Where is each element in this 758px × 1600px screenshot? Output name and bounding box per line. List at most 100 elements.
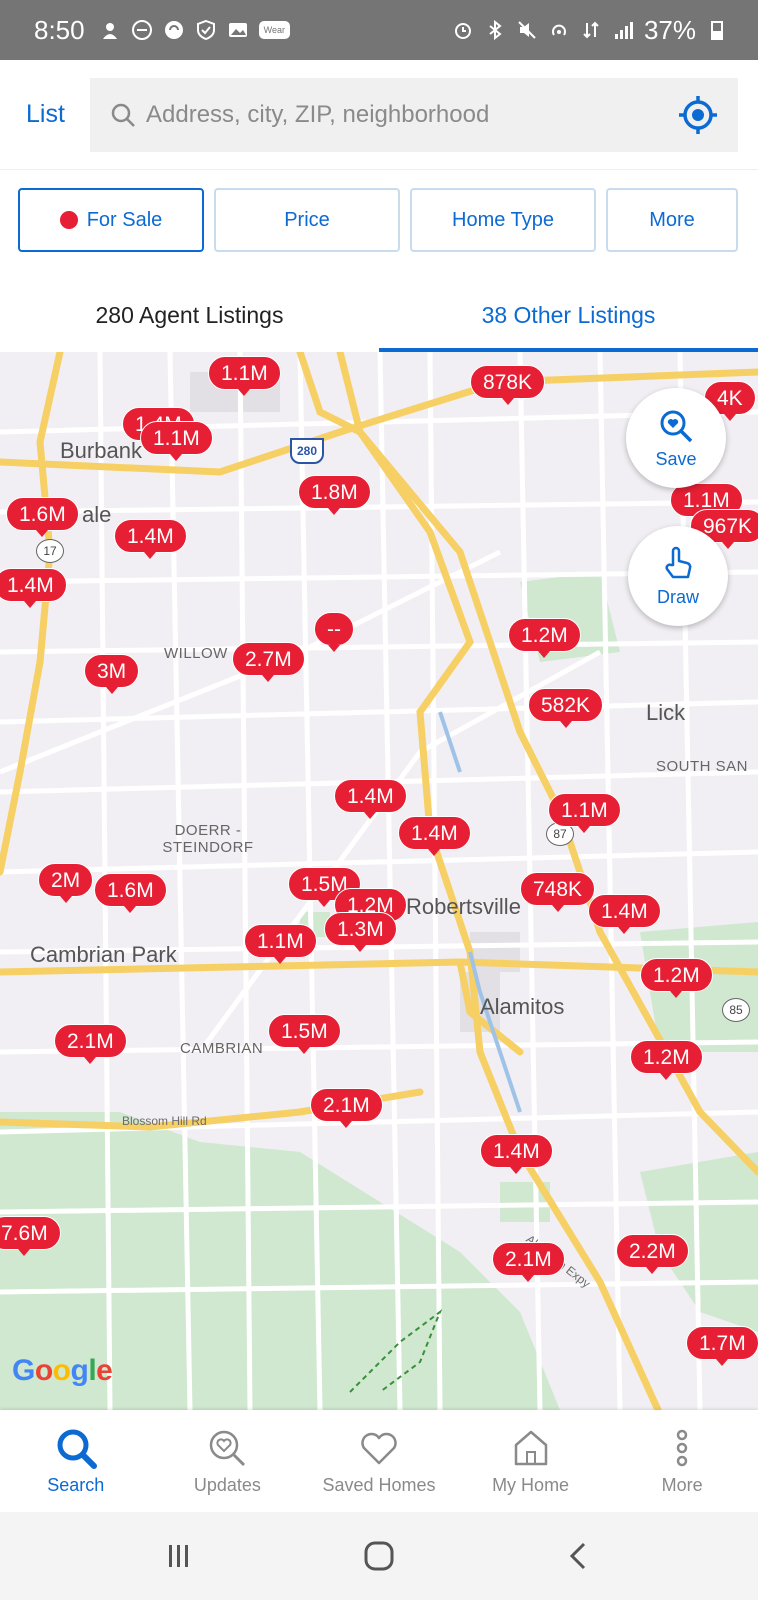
place-label-doerr-steindorf: DOERR - STEINDORF [162,822,254,856]
alarm-icon [454,23,471,39]
status-left-icons: Wear [99,19,290,41]
price-pin[interactable]: 878K [470,365,546,405]
wear-badge: Wear [258,21,290,39]
nav-search[interactable]: Search [0,1410,152,1512]
filter-bar: For Sale Price Home Type More [18,188,740,252]
status-right: 37% [452,15,728,46]
price-pin[interactable]: 1.2M [640,958,713,998]
my-location-icon[interactable] [676,93,720,137]
price-pin[interactable]: 2.1M [492,1242,565,1282]
price-pin[interactable]: 1.2M [508,618,581,658]
google-logo: Google [12,1354,113,1387]
house-icon [514,1430,547,1465]
place-label-robertsville: Robertsville [406,894,521,919]
header: List Address, city, ZIP, neighborhood [0,60,758,170]
search-icon [111,103,135,127]
price-pin[interactable]: 2.1M [310,1088,383,1128]
android-nav-bar [0,1512,758,1600]
filter-label: Price [284,208,330,231]
more-icon [676,1429,688,1466]
price-pin[interactable]: 1.2M [630,1040,703,1080]
place-label-burbank: Burbank [60,438,142,463]
recent-apps-icon[interactable] [164,1541,194,1571]
price-pin[interactable]: 1.4M [334,779,407,819]
dnd-icon [131,20,152,40]
search-input[interactable]: Address, city, ZIP, neighborhood [90,78,738,152]
price-pin[interactable]: 1.6M [6,497,79,537]
place-label-alamitos: Alamitos [480,994,565,1019]
place-label-south-san: SOUTH SAN [656,758,749,775]
filter-for-sale[interactable]: For Sale [18,188,204,252]
sync-icon [164,21,183,39]
shield-check-icon [196,19,215,41]
place-label-lick: Lick [646,700,686,725]
price-pin[interactable]: 1.1M [244,924,317,964]
price-pin[interactable]: 1.1M [140,421,213,461]
route-17-shield: 17 [36,539,64,563]
status-time: 8:50 [34,14,85,45]
signal-icon [614,22,633,39]
search-placeholder: Address, city, ZIP, neighborhood [146,101,490,128]
price-pin[interactable]: 7.6M [0,1216,61,1256]
status-bar: 8:50 Wear 37% [0,0,758,60]
nav-saved-homes[interactable]: Saved Homes [303,1410,455,1512]
road-label-blossom-hill: Blossom Hill Rd [122,1114,207,1128]
draw-label: Draw [656,586,699,607]
price-pin[interactable]: 2.2M [616,1234,689,1274]
back-icon[interactable] [564,1541,594,1571]
draw-hand-icon [665,546,692,578]
price-pin[interactable]: 3M [84,654,140,694]
nav-label: Search [47,1474,105,1495]
filter-home-type[interactable]: Home Type [410,188,596,252]
nav-label: Updates [193,1474,261,1495]
hotspot-icon [551,24,566,36]
image-icon [228,23,247,37]
price-pin[interactable]: 1.8M [298,475,371,515]
tab-agent-listings[interactable]: 280 Agent Listings [0,278,379,352]
price-pin[interactable]: 1.6M [94,873,167,913]
battery-icon [711,21,723,40]
draw-button[interactable]: Draw [628,526,728,626]
filter-price[interactable]: Price [214,188,400,252]
price-pin[interactable]: 1.4M [480,1134,553,1174]
place-label-cambrian: CAMBRIAN [180,1040,264,1057]
heart-icon [361,1432,397,1464]
nav-updates[interactable]: Updates [152,1410,304,1512]
filter-more[interactable]: More [606,188,738,252]
nav-label: My Home [492,1474,570,1495]
nav-more[interactable]: More [606,1410,758,1512]
battery-percent: 37% [643,14,696,45]
filter-label: Home Type [452,208,554,231]
notification-icon [102,23,117,39]
bottom-nav: Search Updates Saved Homes My Home More [0,1410,758,1512]
route-85-shield: 85 [722,998,750,1022]
price-pin[interactable]: -- [314,612,354,652]
place-label-cambrian-park: Cambrian Park [30,942,177,967]
tab-other-listings[interactable]: 38 Other Listings [379,278,758,352]
price-pin[interactable]: 1.5M [268,1014,341,1054]
home-button-icon[interactable] [362,1539,396,1573]
nav-label: More [661,1474,703,1495]
nav-my-home[interactable]: My Home [455,1410,607,1512]
place-label-ale: ale [82,502,112,527]
map[interactable]: Burbank ale WILLOW Lick SOUTH SAN DOERR … [0,352,758,1410]
save-search-icon [660,410,693,442]
price-pin[interactable]: 1.4M [114,519,187,559]
price-pin[interactable]: 1.4M [398,816,471,856]
price-pin[interactable]: 1.1M [548,793,621,833]
price-pin[interactable]: 2.1M [54,1024,127,1064]
price-pin[interactable]: 1.1M [208,356,281,396]
price-pin[interactable]: 1.3M [324,912,397,952]
price-pin[interactable]: 2M [38,863,94,903]
list-button[interactable]: List [26,100,90,129]
price-pin[interactable]: 582K [528,688,604,728]
for-sale-dot-icon [59,211,78,229]
price-pin[interactable]: 1.7M [686,1326,758,1366]
price-pin[interactable]: 748K [520,872,596,912]
search-icon [57,1429,97,1469]
price-pin[interactable]: 2.7M [232,642,305,682]
place-label-willow: WILLOW [164,645,228,662]
price-pin[interactable]: 1.4M [0,568,67,608]
save-search-button[interactable]: Save [626,388,726,488]
price-pin[interactable]: 1.4M [588,894,661,934]
